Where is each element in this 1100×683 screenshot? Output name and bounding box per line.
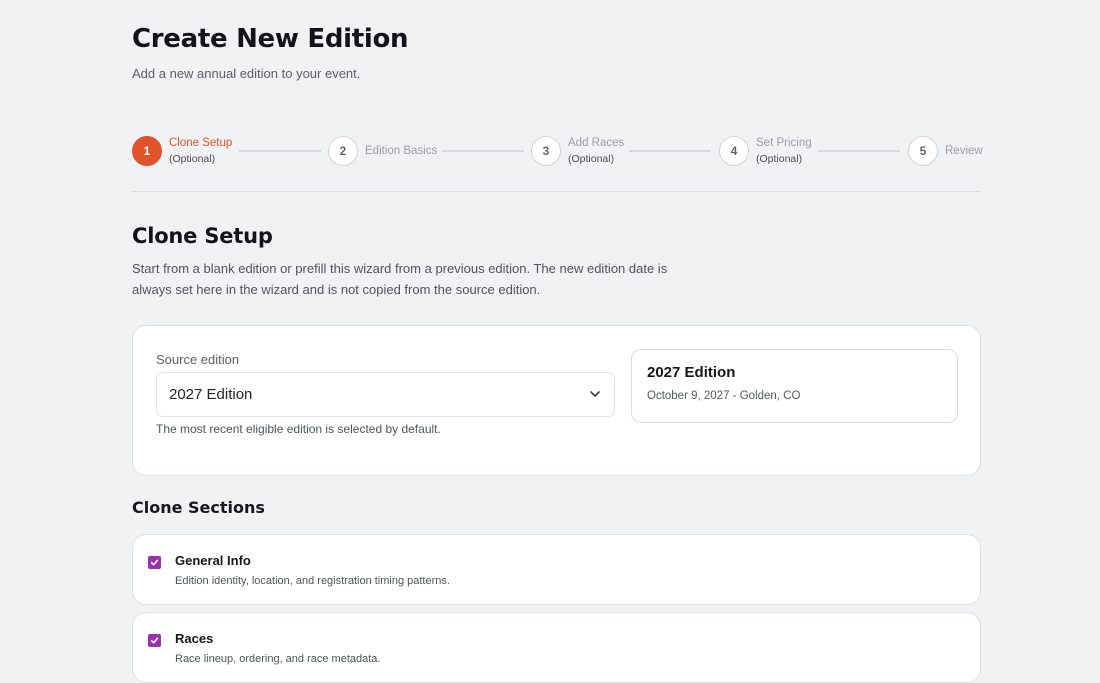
step-number: 1 [132, 136, 162, 166]
source-edition-select[interactable]: 2027 Edition [156, 372, 615, 417]
preview-title: 2027 Edition [647, 364, 736, 381]
preview-date-location: October 9, 2027 - Golden, CO [647, 390, 801, 402]
option-description: Edition identity, location, and registra… [175, 575, 450, 587]
step-add-races[interactable]: 3 Add Races (Optional) [531, 136, 624, 166]
step-clone-setup[interactable]: 1 Clone Setup (Optional) [132, 136, 232, 166]
step-label: Review [945, 145, 983, 157]
step-optional: (Optional) [169, 153, 216, 165]
step-review[interactable]: 5 Review [908, 136, 983, 166]
header-divider [132, 191, 981, 192]
section-description: Start from a blank edition or prefill th… [132, 261, 668, 297]
races-checkbox[interactable] [148, 634, 161, 647]
check-icon [150, 637, 159, 644]
option-description: Race lineup, ordering, and race metadata… [175, 653, 381, 665]
step-connector [818, 150, 900, 152]
step-label: Edition Basics [365, 145, 438, 157]
step-edition-basics[interactable]: 2 Edition Basics [328, 136, 437, 166]
check-icon [150, 559, 159, 566]
clone-section-races[interactable]: Races Race lineup, ordering, and race me… [132, 612, 981, 683]
step-optional: (Optional) [568, 153, 615, 165]
page-title: Create New Edition [132, 24, 409, 54]
step-label: Add Races [568, 137, 625, 149]
section-title: Clone Setup [132, 224, 273, 248]
step-optional: (Optional) [756, 153, 803, 165]
step-number: 3 [531, 136, 561, 166]
step-connector [629, 150, 711, 152]
clone-section-general-info[interactable]: General Info Edition identity, location,… [132, 534, 981, 605]
step-number: 4 [719, 136, 749, 166]
source-edition-helper: The most recent eligible edition is sele… [156, 422, 441, 436]
step-number: 5 [908, 136, 938, 166]
step-connector [442, 150, 524, 152]
chevron-down-icon [590, 391, 600, 397]
clone-sections-heading: Clone Sections [132, 498, 265, 517]
source-edition-card: Source edition 2027 Edition The most rec… [132, 325, 981, 476]
step-label: Clone Setup [169, 137, 233, 149]
general-info-checkbox[interactable] [148, 556, 161, 569]
step-set-pricing[interactable]: 4 Set Pricing (Optional) [719, 136, 812, 166]
source-edition-label: Source edition [156, 352, 240, 367]
option-title: General Info [175, 553, 251, 568]
step-label: Set Pricing [756, 137, 812, 149]
edition-preview-card: 2027 Edition October 9, 2027 - Golden, C… [631, 349, 958, 423]
wizard-stepper: 1 Clone Setup (Optional) 2 Edition Basic… [132, 136, 983, 168]
option-title: Races [175, 631, 214, 646]
step-number: 2 [328, 136, 358, 166]
source-edition-value: 2027 Edition [169, 386, 253, 403]
page-subtitle: Add a new annual edition to your event. [132, 66, 361, 81]
step-connector [239, 150, 321, 152]
